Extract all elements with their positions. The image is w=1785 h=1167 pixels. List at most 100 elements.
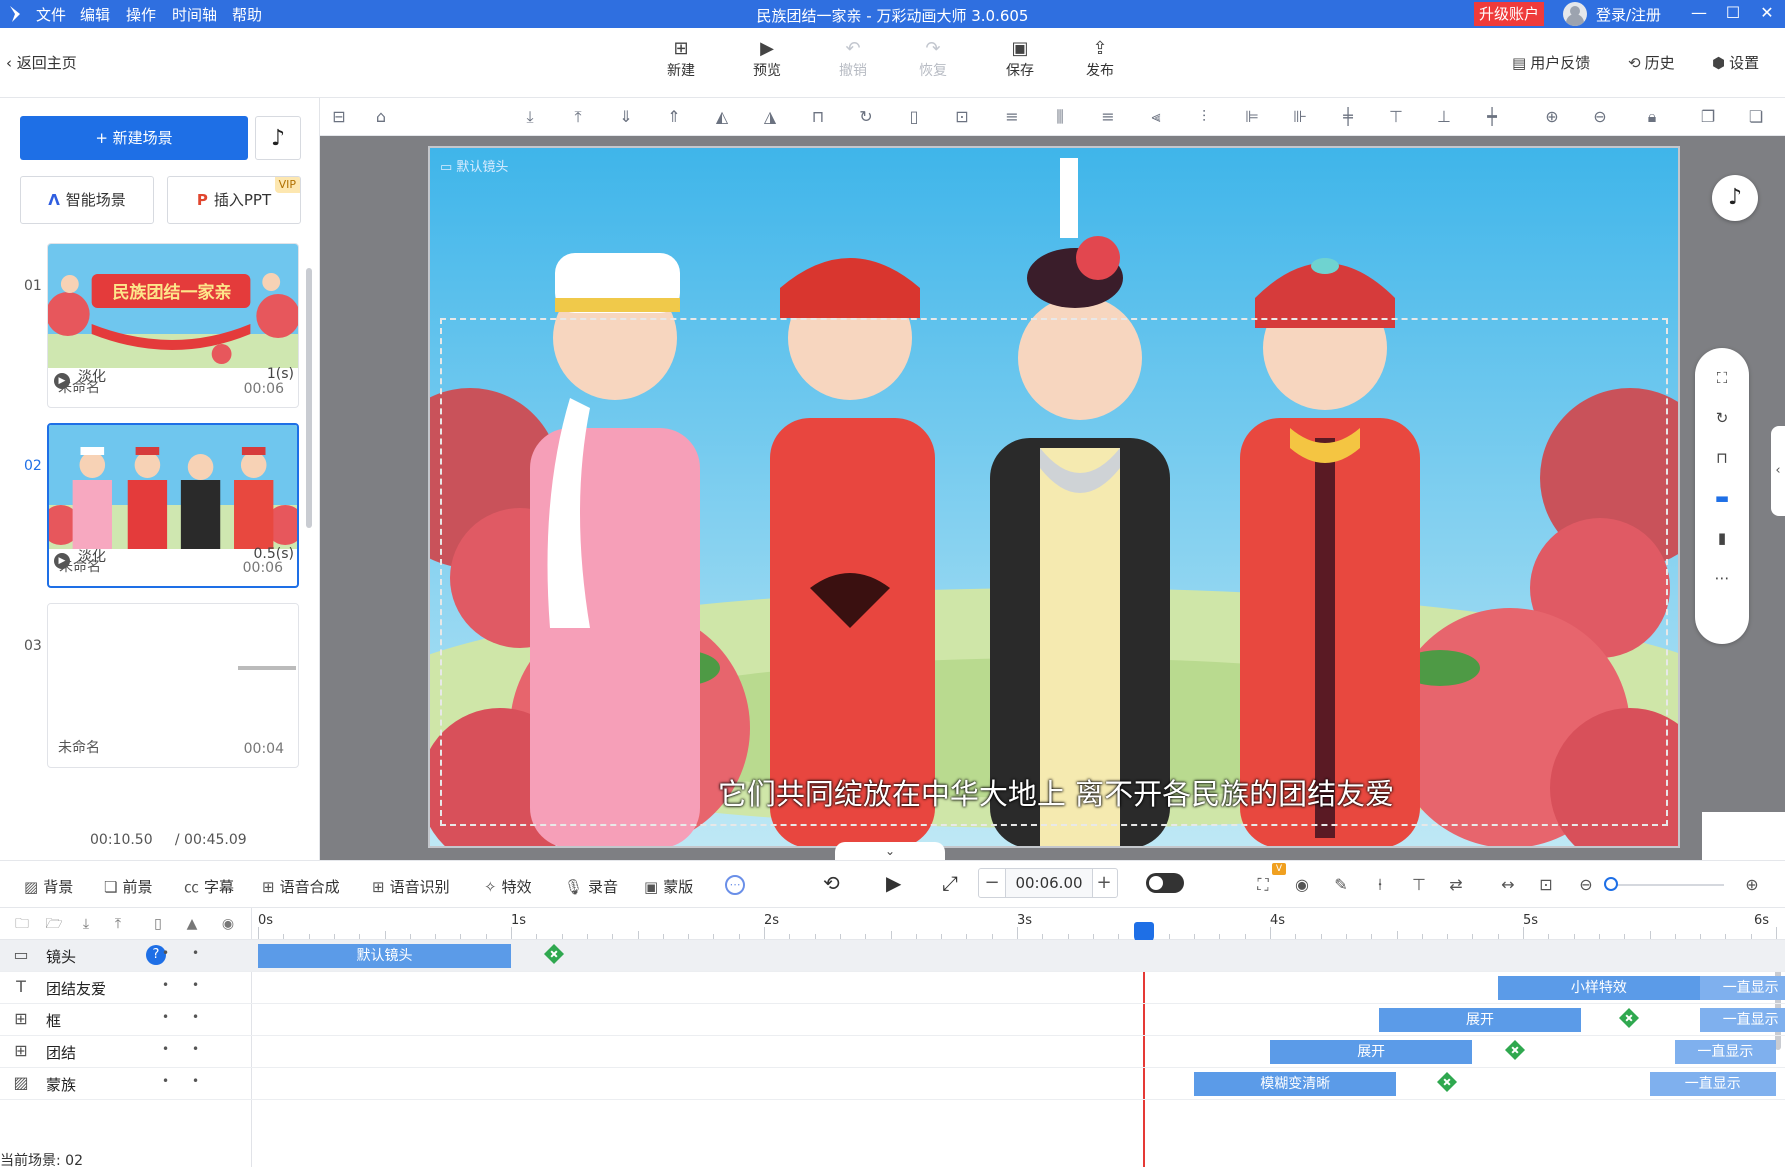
maximize-button[interactable]: ☐ <box>1718 0 1748 28</box>
zoom-in-timeline-icon[interactable]: ⊕ <box>1741 874 1763 896</box>
track-visibility-toggle[interactable]: • <box>192 1010 199 1024</box>
flip-vertical-icon[interactable]: ◮ <box>759 106 781 128</box>
move-top-icon[interactable]: ⤒ <box>567 106 589 128</box>
track-visibility-toggle[interactable]: • <box>192 946 199 960</box>
publish-button[interactable]: ⇪ 发布 <box>1074 38 1126 80</box>
minimize-button[interactable]: — <box>1684 0 1714 28</box>
save-button[interactable]: ▣ 保存 <box>994 38 1046 80</box>
subtitle-text[interactable]: 它们共同绽放在中华大地上 离不开各民族的团结友爱 <box>430 771 1678 813</box>
chevron-down-icon[interactable]: ⌄ <box>835 842 945 860</box>
add-keyframe-icon[interactable] <box>1505 1040 1526 1060</box>
home-icon[interactable]: ⌂ <box>370 106 392 128</box>
smart-scene-button[interactable]: Λ 智能场景 <box>20 176 154 224</box>
align-top-icon[interactable]: ≡ <box>1001 106 1023 128</box>
track-lock-toggle[interactable]: • <box>162 1010 169 1024</box>
distribute-icon[interactable]: ⫶ <box>1193 106 1215 128</box>
timeline-clip[interactable]: 小样特效 <box>1497 976 1701 1000</box>
background-button[interactable]: ▨ 背景 <box>24 876 73 897</box>
track-row[interactable]: ⊞ 框 • • <box>0 1004 252 1036</box>
foreground-button[interactable]: ❏ 前景 <box>104 876 152 897</box>
timeline-zoom-slider[interactable] <box>1610 884 1724 886</box>
align-left-icon[interactable]: ⫷ <box>1145 106 1167 128</box>
filter-icon[interactable]: ⊤ <box>1408 874 1430 896</box>
preview-button[interactable]: ▶ 预览 <box>741 38 793 80</box>
toggle-switch[interactable] <box>1146 873 1184 893</box>
move-up-track-icon[interactable]: ⤒ <box>108 914 128 934</box>
eye-icon[interactable]: ◉ <box>218 914 238 934</box>
track-row[interactable]: ▭ 镜头? • • <box>0 940 252 972</box>
insert-ppt-button[interactable]: P 插入PPT VIP <box>167 176 301 224</box>
upgrade-account-button[interactable]: 升级账户 <box>1474 2 1544 26</box>
login-register-link[interactable]: 登录/注册 <box>1596 4 1661 25</box>
lock-icon[interactable]: ⊓ <box>1710 446 1734 470</box>
lock-all-icon[interactable]: ▲ <box>182 914 202 934</box>
paste-icon[interactable]: ❏ <box>1745 106 1767 128</box>
signpost-icon[interactable]: ⍿ <box>1369 874 1391 896</box>
rotate-icon[interactable]: ↻ <box>855 106 877 128</box>
track-lock-toggle[interactable]: • <box>162 1074 169 1088</box>
time-value[interactable]: 00:06.00 <box>1005 869 1093 897</box>
timeline-clip[interactable]: 一直显示 <box>1700 1008 1785 1032</box>
minimap[interactable] <box>1702 812 1785 860</box>
move-up-icon[interactable]: ⇑ <box>663 106 685 128</box>
track-visibility-toggle[interactable]: • <box>192 1042 199 1056</box>
add-keyframe-icon[interactable] <box>1437 1072 1457 1092</box>
collapse-panel-tab[interactable]: ‹ <box>1771 426 1785 516</box>
timeline-clip[interactable]: 一直显示 <box>1674 1040 1776 1064</box>
back-home-button[interactable]: ‹ 返回主页 <box>6 52 77 73</box>
caption-button[interactable]: ㏄字幕 <box>184 876 234 897</box>
track-row[interactable]: ▨ 蒙族 • • <box>0 1068 252 1100</box>
rotate-icon[interactable]: ↻ <box>1710 406 1734 430</box>
scene-card-03[interactable]: 未命名 00:04 <box>47 603 299 768</box>
edit-icon[interactable]: ✎ <box>1330 874 1352 896</box>
align-bottom-icon[interactable]: ≡ <box>1097 106 1119 128</box>
track-visibility-toggle[interactable]: • <box>192 1074 199 1088</box>
history-button[interactable]: ⟲ 历史 <box>1628 52 1675 73</box>
timeline-clip[interactable]: 默认镜头 <box>258 944 511 968</box>
align-center-icon[interactable]: ╪ <box>1337 106 1359 128</box>
folder-add-icon[interactable]: 🗁︎ <box>44 914 64 934</box>
rewind-icon[interactable]: ⟲ <box>823 871 840 895</box>
mask-button[interactable]: ▣ 蒙版 <box>644 876 693 897</box>
time-stepper[interactable]: − 00:06.00 + <box>978 868 1118 898</box>
copy-icon[interactable]: ❐ <box>1697 106 1719 128</box>
align-middle-icon[interactable]: ┿ <box>1481 106 1503 128</box>
tts-button[interactable]: ⊞ 语音合成 <box>262 876 340 897</box>
transition-row[interactable]: ▶ 淡化 1(s) <box>54 366 294 389</box>
adjust-icon[interactable]: ⇄ <box>1445 874 1467 896</box>
effects-button[interactable]: ✧ 特效 <box>484 876 532 897</box>
speech-recognition-button[interactable]: ⊞ 语音识别 <box>372 876 450 897</box>
zoom-out-icon[interactable]: ⊖ <box>1589 106 1611 128</box>
transition-row[interactable]: ▶ 淡化 0.5(s) <box>54 546 294 569</box>
track-lock-toggle[interactable]: • <box>162 1042 169 1056</box>
new-scene-button[interactable]: + 新建场景 <box>20 116 248 160</box>
move-bottom-icon[interactable]: ⤓ <box>519 106 541 128</box>
delete-track-icon[interactable]: ▯ <box>148 914 168 934</box>
track-row[interactable]: T 团结友爱 • • <box>0 972 252 1004</box>
timeline-zoom-knob[interactable] <box>1604 877 1618 891</box>
menu-operate[interactable]: 操作 <box>126 4 156 25</box>
more-icon[interactable]: ⋯ <box>1710 566 1734 590</box>
close-button[interactable]: ✕ <box>1752 0 1782 28</box>
unlock-icon[interactable]: ⊓ <box>807 106 829 128</box>
menu-file[interactable]: 文件 <box>36 4 66 25</box>
time-ruler[interactable]: 0s 1s 2s 3s 4s 5s 6s <box>252 908 1785 940</box>
menu-help[interactable]: 帮助 <box>232 4 262 25</box>
align-hleft-icon[interactable]: ⊫ <box>1241 106 1263 128</box>
timeline-clip[interactable]: 模糊变清晰 <box>1194 1072 1397 1096</box>
fit-screen-icon[interactable]: ⛶ <box>1710 366 1734 390</box>
move-down-track-icon[interactable]: ⤓ <box>76 914 96 934</box>
add-keyframe-icon[interactable] <box>544 944 564 964</box>
new-button[interactable]: ⊞ 新建 <box>655 38 707 80</box>
timeline-clip[interactable]: 一直显示 <box>1700 976 1785 1000</box>
track-row[interactable]: ⊞ 团结 • • <box>0 1036 252 1068</box>
camera-snapshot-icon[interactable]: ◉ <box>1291 874 1313 896</box>
plus-button[interactable]: + <box>1091 869 1117 897</box>
flip-horizontal-icon[interactable]: ◭ <box>711 106 733 128</box>
record-button[interactable]: 🎙︎ 录音 <box>564 876 618 897</box>
fit-width-icon[interactable]: ↔ <box>1497 874 1519 896</box>
music-icon[interactable]: ♪ <box>1712 175 1758 221</box>
format-painter-icon[interactable]: ⊟ <box>328 106 350 128</box>
menu-timeline[interactable]: 时间轴 <box>172 4 217 25</box>
play-icon[interactable]: ▶ <box>886 871 901 895</box>
